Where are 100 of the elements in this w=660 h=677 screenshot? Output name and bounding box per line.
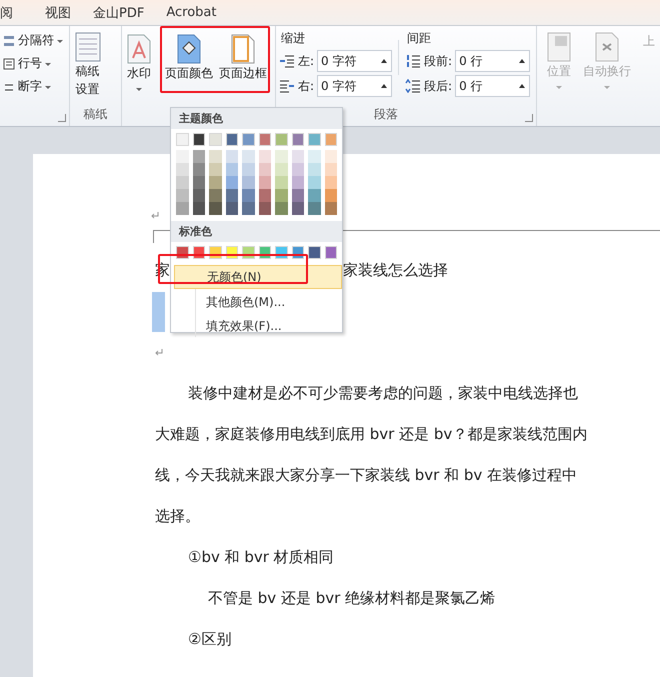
color-swatch[interactable]: [292, 133, 304, 146]
color-swatch[interactable]: [242, 163, 254, 176]
color-swatch[interactable]: [308, 163, 320, 176]
dropdown-arrow-icon[interactable]: [45, 63, 51, 66]
color-swatch[interactable]: [176, 133, 188, 146]
color-swatch[interactable]: [258, 189, 271, 202]
color-swatch[interactable]: [242, 150, 254, 163]
spin-box[interactable]: 0 字符: [317, 50, 392, 72]
dialog-launcher-icon[interactable]: [58, 114, 66, 122]
color-swatch[interactable]: [192, 163, 205, 176]
spin-arrows-icon[interactable]: [519, 59, 526, 63]
color-swatch[interactable]: [275, 176, 288, 189]
group-label: 段落: [374, 106, 398, 123]
dropdown-arrow-icon[interactable]: [57, 40, 63, 43]
color-swatch[interactable]: [176, 150, 188, 163]
color-swatch[interactable]: [242, 176, 254, 189]
ribbon-tab[interactable]: 阅: [0, 4, 45, 22]
ribbon-tab[interactable]: 视图: [45, 4, 93, 22]
spin-box[interactable]: 0 行: [455, 50, 530, 72]
color-swatch[interactable]: [324, 202, 337, 215]
color-swatch[interactable]: [176, 202, 188, 215]
menu-item[interactable]: 其他颜色(M)...: [196, 291, 342, 313]
color-swatch[interactable]: [324, 176, 337, 189]
spin-arrows-icon[interactable]: [381, 59, 388, 63]
dropdown-arrow-icon[interactable]: [45, 86, 51, 89]
color-swatch[interactable]: [275, 150, 288, 163]
ribbon-button[interactable]: 行号: [3, 55, 63, 72]
body-text: 线，今天我就来跟大家分享一下家装线 bvr 和 bv 在装修过程中: [155, 466, 578, 485]
ribbon-button[interactable]: 页面颜色: [163, 30, 216, 84]
color-swatch[interactable]: [258, 150, 271, 163]
color-swatch[interactable]: [258, 176, 271, 189]
color-swatch[interactable]: [292, 176, 304, 189]
color-swatch[interactable]: [209, 150, 222, 163]
color-swatch[interactable]: [275, 202, 288, 215]
color-swatch[interactable]: [192, 189, 205, 202]
color-swatch[interactable]: [209, 202, 222, 215]
color-swatch[interactable]: [292, 150, 304, 163]
color-swatch[interactable]: [209, 189, 222, 202]
color-swatch[interactable]: [292, 202, 304, 215]
color-swatch[interactable]: [242, 202, 254, 215]
color-swatch[interactable]: [308, 246, 320, 259]
color-swatch[interactable]: [176, 176, 188, 189]
color-swatch[interactable]: [242, 133, 254, 146]
color-swatch[interactable]: [324, 246, 337, 259]
color-swatch[interactable]: [324, 150, 337, 163]
color-swatch[interactable]: [209, 163, 222, 176]
ribbon-tab[interactable]: 金山PDF: [93, 4, 166, 22]
color-swatch[interactable]: [275, 189, 288, 202]
body-text: 装修中建材是必不可少需要考虑的问题，家装中电线选择也: [188, 384, 578, 403]
color-swatch[interactable]: [324, 163, 337, 176]
color-swatch[interactable]: [176, 163, 188, 176]
color-swatch[interactable]: [242, 189, 254, 202]
spacing-after-icon: [405, 79, 422, 93]
color-swatch[interactable]: [209, 133, 222, 146]
ribbon-button[interactable]: 断字: [3, 78, 63, 95]
color-swatch[interactable]: [258, 133, 271, 146]
color-swatch[interactable]: [308, 189, 320, 202]
color-swatch[interactable]: [192, 176, 205, 189]
color-swatch[interactable]: [308, 150, 320, 163]
color-swatch[interactable]: [226, 133, 238, 146]
color-swatch[interactable]: [226, 163, 238, 176]
indent-label: 缩进: [280, 30, 306, 47]
spin-box[interactable]: 0 字符: [317, 75, 392, 97]
color-swatch[interactable]: [258, 163, 271, 176]
page-border-icon: [231, 34, 256, 64]
color-swatch[interactable]: [226, 189, 238, 202]
field-label: 左:: [298, 52, 314, 70]
color-swatch[interactable]: [308, 202, 320, 215]
indent-left-icon: [278, 54, 295, 68]
color-swatch[interactable]: [192, 133, 205, 146]
page-break-icon: [3, 34, 15, 46]
color-swatch[interactable]: [292, 189, 304, 202]
color-swatch[interactable]: [258, 202, 271, 215]
indent-right-icon: [278, 79, 295, 93]
spin-box[interactable]: 0 行: [455, 75, 530, 97]
color-swatch[interactable]: [176, 189, 188, 202]
ribbon-tab[interactable]: Acrobat: [166, 5, 238, 20]
spin-arrows-icon[interactable]: [519, 84, 526, 88]
color-swatch[interactable]: [226, 176, 238, 189]
ribbon-button[interactable]: 水印: [125, 30, 154, 93]
color-swatch[interactable]: [324, 189, 337, 202]
dialog-launcher-icon[interactable]: [525, 114, 534, 122]
color-swatch[interactable]: [292, 163, 304, 176]
color-swatch[interactable]: [226, 150, 238, 163]
color-swatch[interactable]: [209, 176, 222, 189]
dropdown-arrow-icon[interactable]: [136, 88, 142, 91]
color-swatch[interactable]: [192, 150, 205, 163]
spin-arrows-icon[interactable]: [381, 84, 388, 88]
color-swatch[interactable]: [192, 202, 205, 215]
color-swatch[interactable]: [275, 163, 288, 176]
ribbon-button[interactable]: 分隔符: [3, 32, 63, 49]
ribbon-button[interactable]: 页面边框: [217, 30, 270, 84]
color-swatch[interactable]: [308, 133, 320, 146]
manuscript-settings-button[interactable]: 稿纸 设置: [72, 30, 103, 100]
color-swatch[interactable]: [275, 133, 288, 146]
color-swatch[interactable]: [308, 176, 320, 189]
menu-item[interactable]: 填充效果(F)...: [196, 315, 342, 337]
color-swatch[interactable]: [226, 202, 238, 215]
color-swatch[interactable]: [324, 133, 337, 146]
grid-paper-icon: [74, 32, 101, 62]
